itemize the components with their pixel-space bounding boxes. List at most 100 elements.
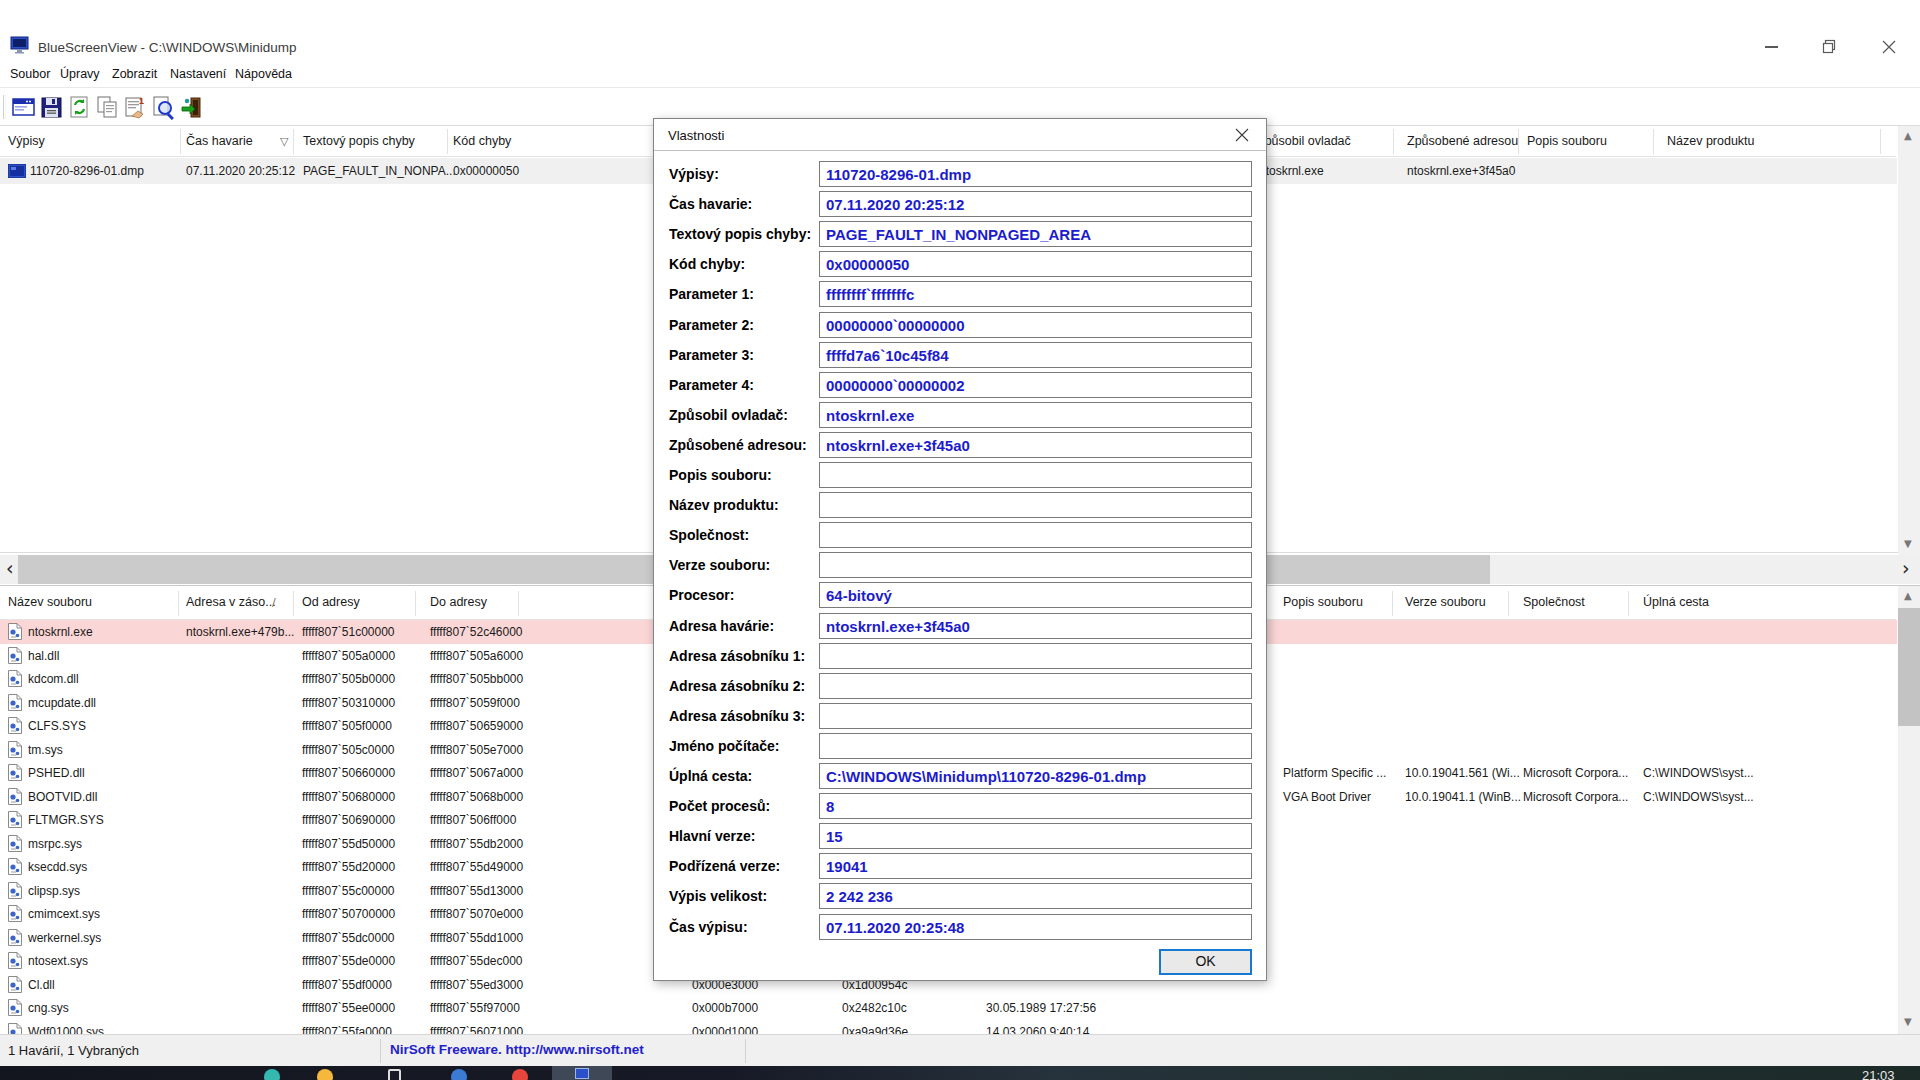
properties-icon[interactable]: 1 bbox=[124, 96, 148, 120]
driver-cell-from: fffff807`55fa0000 bbox=[302, 1025, 392, 1035]
white-square-app-icon[interactable] bbox=[388, 1069, 401, 1080]
driver-cell-to: fffff807`52c46000 bbox=[430, 625, 523, 639]
dialog-field-input[interactable]: 0x00000050 bbox=[819, 251, 1252, 277]
header-separator bbox=[1880, 129, 1881, 154]
dialog-field-input[interactable]: 64-bitový bbox=[819, 582, 1252, 608]
dialog-field-input[interactable] bbox=[819, 462, 1252, 488]
dialog-field-input[interactable]: 19041 bbox=[819, 853, 1252, 879]
dialog-field-input[interactable]: ntoskrnl.exe+3f45a0 bbox=[819, 613, 1252, 639]
driver-row[interactable]: Wdf01000.sysfffff807`55fa0000fffff807`56… bbox=[0, 1020, 1897, 1035]
dialog-field-value: 00000000`00000002 bbox=[826, 377, 964, 394]
col-header[interactable]: Verze souboru bbox=[1405, 595, 1486, 609]
driver-cell-comp: Microsoft Corpora... bbox=[1523, 766, 1628, 780]
lower-vertical-scrollbar[interactable]: ▲ ▼ bbox=[1898, 586, 1920, 1034]
dialog-field-input[interactable]: 2 242 236 bbox=[819, 883, 1252, 909]
driver-cell-crc: 0xa9a9d36e bbox=[842, 1025, 908, 1035]
dialog-field-input[interactable]: 00000000`00000000 bbox=[819, 312, 1252, 338]
driver-file-icon bbox=[8, 929, 22, 950]
ok-button[interactable]: OK bbox=[1159, 949, 1252, 975]
dialog-field-input[interactable]: PAGE_FAULT_IN_NONPAGED_AREA bbox=[819, 221, 1252, 247]
taskbar-active-app[interactable] bbox=[552, 1066, 612, 1080]
col-header[interactable]: Textový popis chyby bbox=[303, 134, 415, 148]
dialog-field-label: Procesor: bbox=[669, 587, 734, 603]
driver-cell-name: FLTMGR.SYS bbox=[28, 813, 104, 827]
dialog-field-input[interactable] bbox=[819, 643, 1252, 669]
find-icon[interactable] bbox=[152, 96, 176, 120]
scroll-left-icon[interactable]: ‹ bbox=[6, 557, 14, 579]
dialog-field-input[interactable]: ffffd7a6`10c45f84 bbox=[819, 342, 1252, 368]
yellow-app-icon[interactable] bbox=[317, 1069, 333, 1080]
dialog-field-input[interactable]: ntoskrnl.exe bbox=[819, 402, 1252, 428]
dialog-field-value: 07.11.2020 20:25:48 bbox=[826, 919, 964, 936]
col-header[interactable]: Společnost bbox=[1523, 595, 1585, 609]
dialog-field-input[interactable] bbox=[819, 733, 1252, 759]
col-header[interactable]: Způsobil ovladač bbox=[1257, 134, 1351, 148]
dialog-close-icon[interactable] bbox=[1234, 127, 1250, 143]
dialog-field-input[interactable]: 15 bbox=[819, 823, 1252, 849]
col-header[interactable]: Kód chyby bbox=[453, 134, 511, 148]
driver-file-icon bbox=[8, 623, 22, 644]
close-button[interactable] bbox=[1866, 34, 1912, 60]
dialog-field-input[interactable] bbox=[819, 522, 1252, 548]
dialog-field-input[interactable]: C:\WINDOWS\Minidump\110720-8296-01.dmp bbox=[819, 763, 1252, 789]
crash-cell-crash_time: 07.11.2020 20:25:12 bbox=[186, 164, 295, 178]
exit-icon[interactable] bbox=[180, 96, 204, 120]
vscroll-thumb[interactable] bbox=[1898, 608, 1920, 726]
col-header[interactable]: Adresa v záso... bbox=[186, 595, 276, 609]
save-icon[interactable] bbox=[40, 96, 64, 120]
dialog-field-value: ffffd7a6`10c45f84 bbox=[826, 347, 949, 364]
menu-nastaveni[interactable]: Nastavení bbox=[170, 67, 226, 81]
status-nirsoft-link[interactable]: NirSoft Freeware. http://www.nirsoft.net bbox=[390, 1042, 644, 1057]
driver-file-icon bbox=[8, 811, 22, 832]
col-header[interactable]: Popis souboru bbox=[1283, 595, 1363, 609]
dialog-field-input[interactable]: 07.11.2020 20:25:12 bbox=[819, 191, 1252, 217]
col-header[interactable]: Od adresy bbox=[302, 595, 360, 609]
driver-file-icon bbox=[8, 858, 22, 879]
dialog-field-input[interactable]: ffffffff`fffffffc bbox=[819, 281, 1252, 307]
dialog-field-input[interactable] bbox=[819, 492, 1252, 518]
upper-vertical-scrollbar[interactable]: ▲ ▼ bbox=[1898, 126, 1920, 555]
col-header[interactable]: Čas havarie bbox=[186, 134, 253, 148]
driver-cell-size: 0x000b7000 bbox=[692, 1001, 758, 1015]
header-separator bbox=[180, 129, 181, 154]
col-header[interactable]: Do adresy bbox=[430, 595, 487, 609]
dialog-field-label: Adresa zásobníku 3: bbox=[669, 708, 805, 724]
col-header[interactable]: Výpisy bbox=[8, 134, 45, 148]
driver-row[interactable]: cng.sysfffff807`55ee0000fffff807`55f9700… bbox=[0, 996, 1897, 1020]
dialog-field-input[interactable] bbox=[819, 703, 1252, 729]
dialog-field-input[interactable]: 07.11.2020 20:25:48 bbox=[819, 914, 1252, 940]
dialog-field-input[interactable]: 00000000`00000002 bbox=[819, 372, 1252, 398]
refresh-icon[interactable] bbox=[68, 96, 92, 120]
teal-circle-app-icon[interactable] bbox=[264, 1069, 280, 1080]
blue-app-icon[interactable] bbox=[451, 1069, 467, 1080]
restore-button[interactable] bbox=[1806, 34, 1852, 60]
dialog-field-input[interactable]: 110720-8296-01.dmp bbox=[819, 161, 1252, 187]
driver-cell-to: fffff807`55dec000 bbox=[430, 954, 523, 968]
dialog-field-input[interactable]: ntoskrnl.exe+3f45a0 bbox=[819, 432, 1252, 458]
driver-cell-name: msrpc.sys bbox=[28, 837, 82, 851]
col-header[interactable]: Popis souboru bbox=[1527, 134, 1607, 148]
driver-cell-name: BOOTVID.dll bbox=[28, 790, 97, 804]
scroll-right-icon[interactable]: › bbox=[1902, 557, 1910, 579]
menu-zobrazit[interactable]: Zobrazit bbox=[112, 67, 157, 81]
header-separator bbox=[1628, 591, 1629, 616]
driver-file-icon bbox=[8, 670, 22, 691]
driver-cell-desc: VGA Boot Driver bbox=[1283, 790, 1371, 804]
report-view-icon[interactable] bbox=[12, 96, 36, 120]
minimize-button[interactable] bbox=[1748, 34, 1794, 60]
driver-cell-to: fffff807`5067a000 bbox=[430, 766, 523, 780]
dialog-field-value: 110720-8296-01.dmp bbox=[826, 166, 971, 183]
menu-napoveda[interactable]: Nápověda bbox=[235, 67, 292, 81]
copy-icon[interactable] bbox=[96, 96, 120, 120]
col-header[interactable]: Úplná cesta bbox=[1643, 595, 1709, 609]
crash-cell-caused_by_address: ntoskrnl.exe+3f45a0 bbox=[1407, 164, 1515, 178]
col-header[interactable]: Název souboru bbox=[8, 595, 92, 609]
dialog-field-input[interactable] bbox=[819, 552, 1252, 578]
red-circle-app-icon[interactable] bbox=[512, 1069, 528, 1080]
col-header[interactable]: Název produktu bbox=[1667, 134, 1755, 148]
dialog-field-input[interactable]: 8 bbox=[819, 793, 1252, 819]
menu-soubor[interactable]: Soubor bbox=[10, 67, 50, 81]
dialog-field-input[interactable] bbox=[819, 673, 1252, 699]
menu-upravy[interactable]: Úpravy bbox=[60, 67, 100, 81]
col-header[interactable]: Způsobené adresou bbox=[1407, 134, 1518, 148]
